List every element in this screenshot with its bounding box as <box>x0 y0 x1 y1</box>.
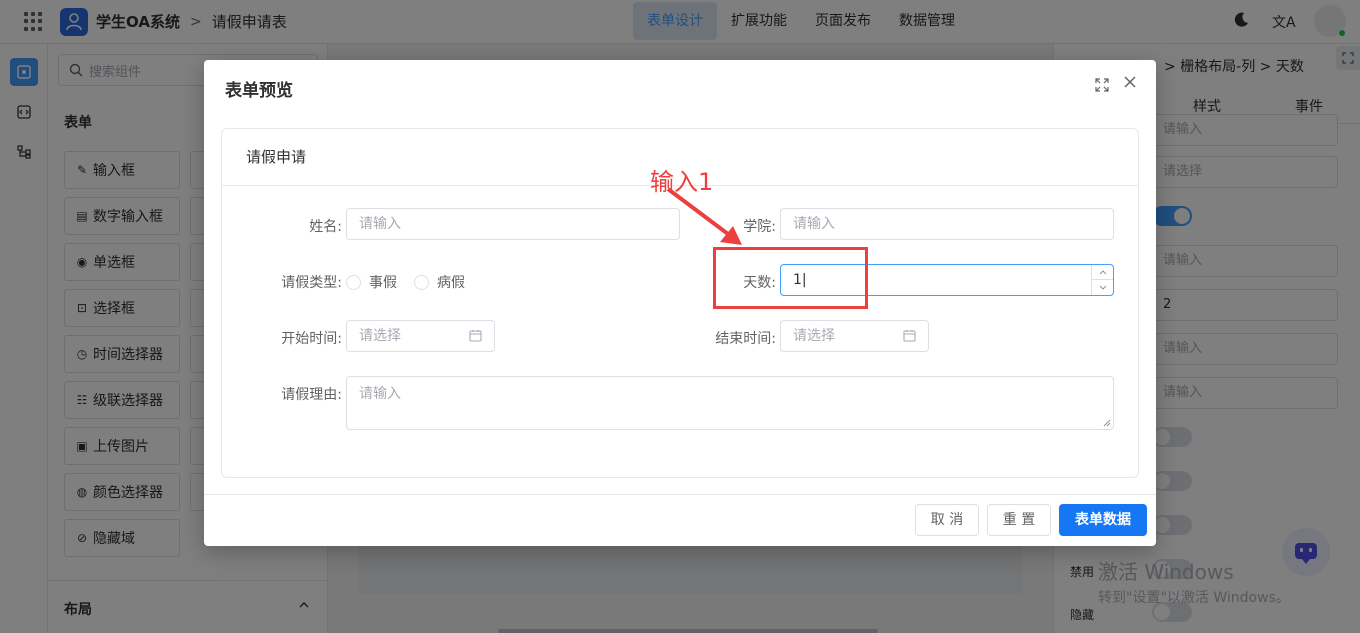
reset-button[interactable]: 重 置 <box>987 504 1051 536</box>
form-preview-dialog: 表单预览 请假申请 姓名: 请输入 学院: 请输入 请假类型: 事假 病假 天数… <box>204 60 1156 546</box>
chevron-up-icon <box>1099 270 1106 275</box>
stepper-down-button[interactable] <box>1092 280 1113 295</box>
reason-textarea[interactable]: 请输入 <box>346 376 1114 430</box>
leave-type-label: 请假类型: <box>281 275 342 291</box>
calendar-icon <box>903 330 916 342</box>
dialog-title: 表单预览 <box>225 81 293 101</box>
start-time-picker[interactable]: 请选择 <box>346 320 495 352</box>
resize-handle-icon[interactable] <box>1103 419 1111 427</box>
college-label: 学院: <box>743 219 776 235</box>
name-label: 姓名: <box>309 219 342 235</box>
days-stepper[interactable] <box>1091 265 1113 295</box>
college-input[interactable]: 请输入 <box>780 208 1114 240</box>
start-time-label: 开始时间: <box>281 331 342 347</box>
end-time-label: 结束时间: <box>715 331 776 347</box>
form-data-button[interactable]: 表单数据 <box>1059 504 1147 536</box>
dialog-footer: 取 消 重 置 表单数据 <box>204 494 1156 546</box>
cancel-button[interactable]: 取 消 <box>915 504 979 536</box>
chevron-down-icon <box>1099 285 1106 290</box>
radio-personal-leave[interactable]: 事假 <box>346 272 397 292</box>
radio-sick-leave[interactable]: 病假 <box>414 272 465 292</box>
fullscreen-icon[interactable] <box>1095 78 1109 92</box>
annotation-label: 输入1 <box>650 168 714 196</box>
stepper-up-button[interactable] <box>1092 265 1113 280</box>
calendar-icon <box>469 330 482 342</box>
reason-label: 请假理由: <box>281 387 342 403</box>
end-time-picker[interactable]: 请选择 <box>780 320 929 352</box>
annotation-highlight-box <box>713 247 868 309</box>
name-input[interactable]: 请输入 <box>346 208 680 240</box>
close-icon[interactable] <box>1123 75 1137 89</box>
